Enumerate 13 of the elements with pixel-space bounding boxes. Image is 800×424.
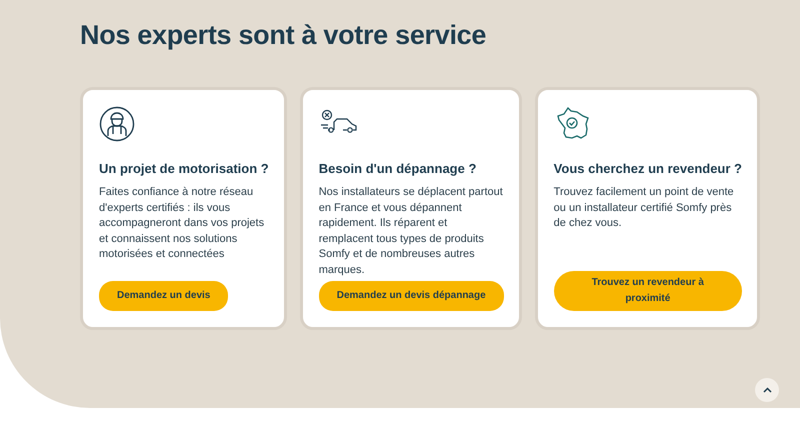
cta-button[interactable]: Demandez un devis bbox=[99, 281, 228, 311]
card-text: Nos installateurs se déplacent partout en France et vous dépannent rapidement. Ils réparent et remplacent tous types de produits Somfy et de nombreuses autres marques. bbox=[318, 185, 504, 278]
worker-icon bbox=[99, 106, 135, 142]
scroll-top-button[interactable] bbox=[755, 378, 779, 402]
card-text: Trouvez facilement un point de vente ou un installateur certifié Somfy près de chez vous. bbox=[554, 185, 735, 231]
cta-button[interactable]: Trouvez un revendeur à proximité bbox=[554, 271, 742, 311]
card-heading: Besoin d'un dépannage ? bbox=[318, 161, 478, 176]
cta-button[interactable]: Demandez un devis dépannage bbox=[318, 281, 504, 311]
chevron-up-icon bbox=[762, 387, 772, 393]
card-text: Faites confiance à notre réseau d'experts certifiés : ils vous accompagneront dans vos projets et connaissent nos solutions motorisées et connectées bbox=[99, 185, 266, 262]
card-heading: Vous cherchez un revendeur ? bbox=[554, 161, 742, 176]
section-title: Nos experts sont à votre service bbox=[80, 20, 488, 51]
card-heading: Un projet de motorisation ? bbox=[99, 161, 269, 176]
